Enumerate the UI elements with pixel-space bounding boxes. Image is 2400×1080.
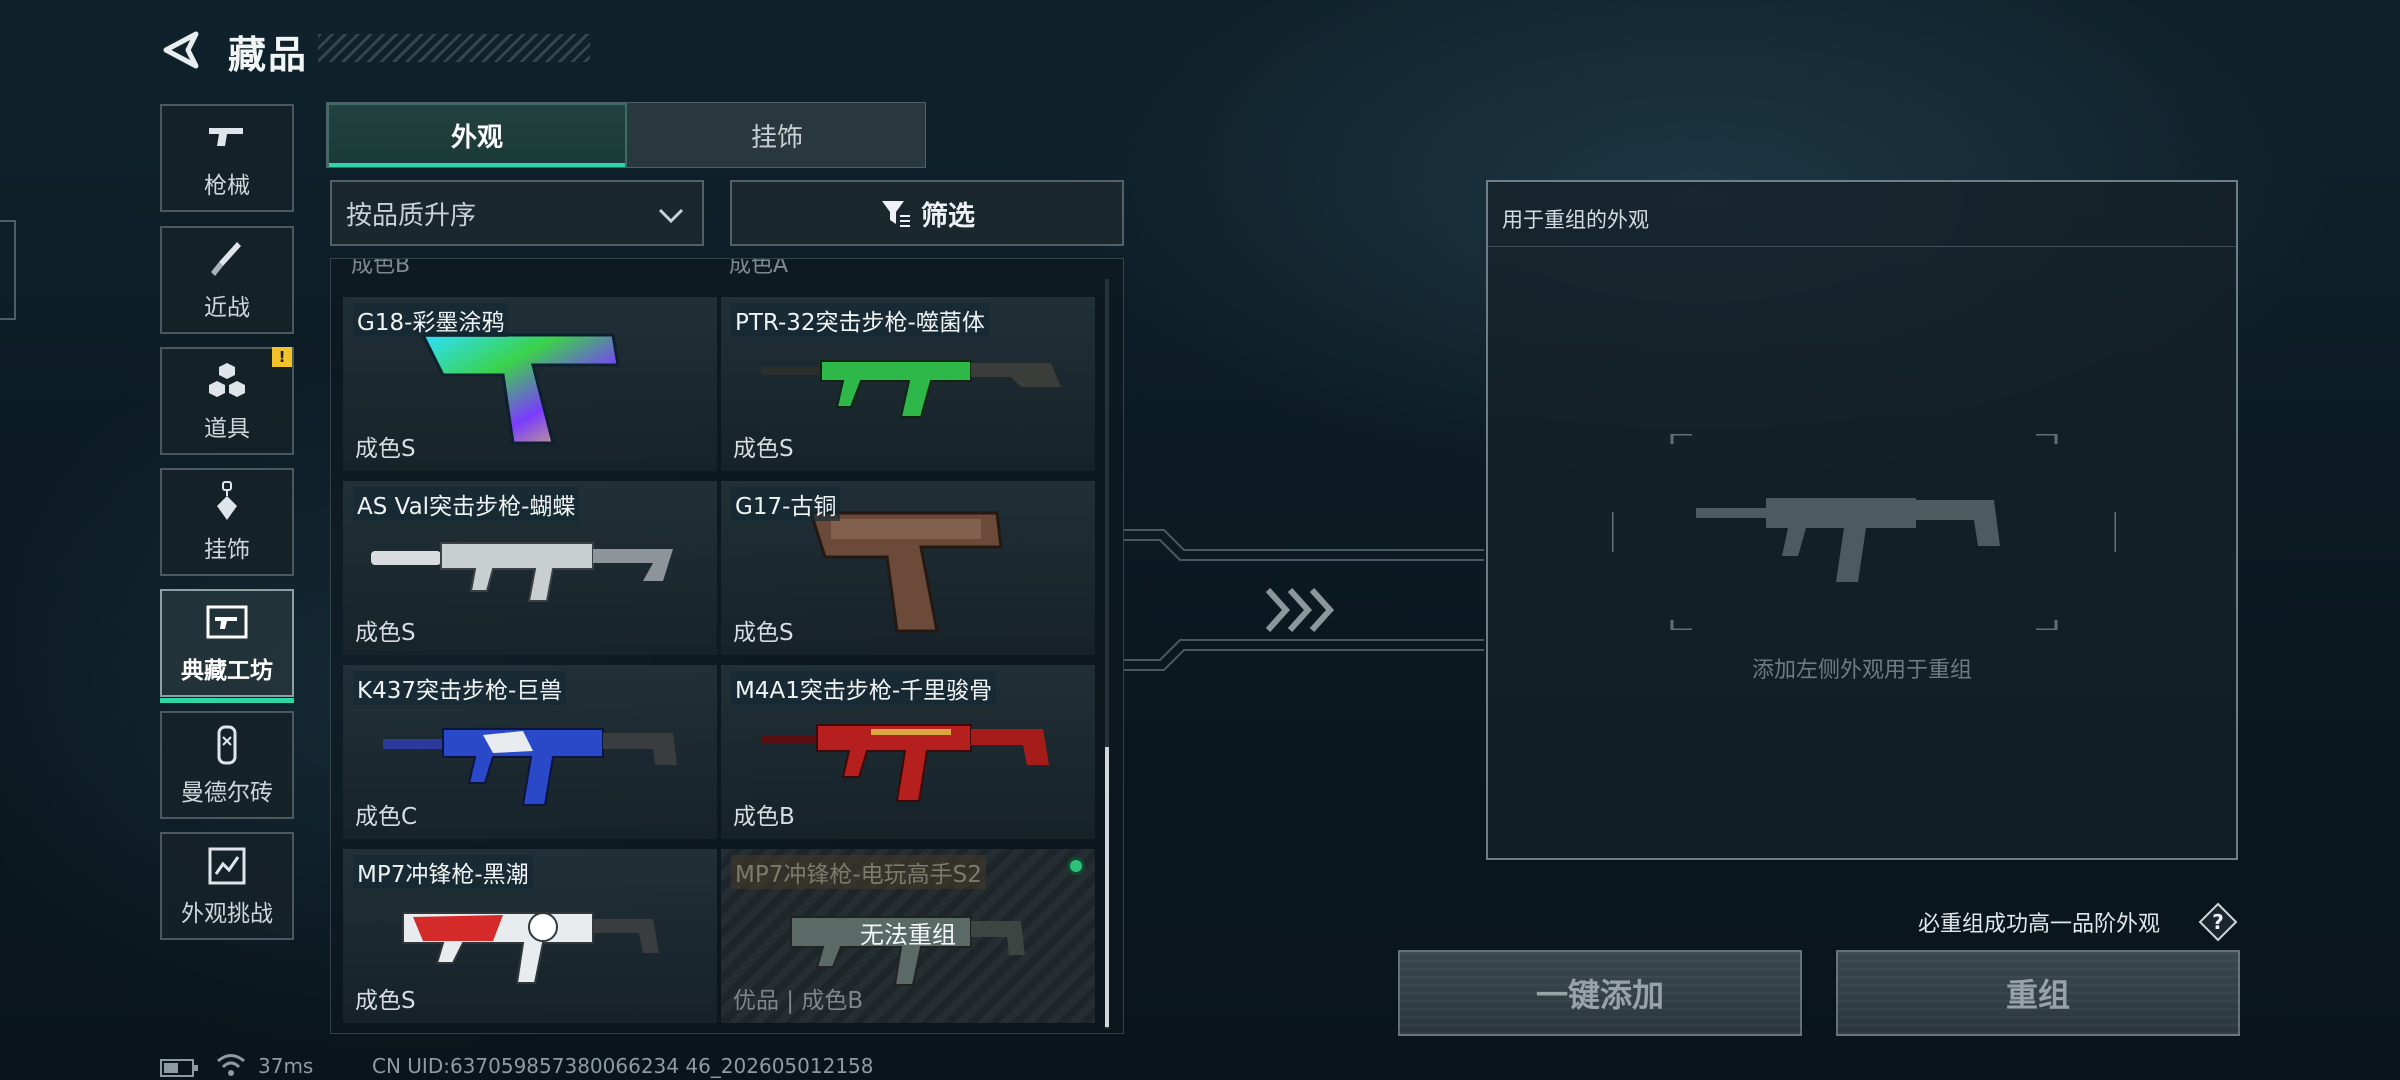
recompose-panel[interactable]: 用于重组的外观 添加左侧外观用于重组 — [1486, 180, 2238, 860]
sidebar-item-melee[interactable]: 近战 — [160, 226, 294, 334]
sidebar-item-label: 近战 — [204, 295, 250, 321]
sidebar-item-label: 枪械 — [204, 173, 250, 199]
uid-readout: CN UID:637059857380066234 46_20260501215… — [372, 1054, 874, 1078]
sidebar-item-appearance-challenge[interactable]: 外观挑战 — [160, 832, 294, 940]
recompose-button[interactable]: 重组 — [1836, 950, 2240, 1036]
help-icon[interactable]: ? — [2198, 902, 2238, 942]
wifi-icon — [217, 1054, 245, 1076]
empty-slot-weapon-icon — [1696, 498, 2000, 582]
workshop-icon — [206, 605, 248, 639]
partial-grade: 成色B — [351, 258, 411, 278]
appearance-name: MP7冲锋枪-电玩高手S2 — [731, 855, 986, 889]
filter-button[interactable]: 筛选 — [730, 180, 1124, 246]
sidebar-item-mandel-brick[interactable]: 曼德尔砖 — [160, 711, 294, 819]
appearance-card-disabled[interactable]: MP7冲锋枪-电玩高手S2 无法重组 优品 | 成色B — [721, 849, 1095, 1023]
recompose-guarantee-note: 必重组成功高一品阶外观 — [1918, 912, 2161, 937]
appearance-grade: 成色S — [733, 436, 794, 462]
title-decoration — [318, 34, 590, 62]
smg-skin-image — [402, 912, 659, 984]
appearance-name: M4A1突击步枪-千里骏骨 — [731, 671, 997, 705]
appearance-grid[interactable]: 成色B 成色A G18-彩墨涂鸦 成色S PTR-32突击步枪-噬菌体 成色S … — [330, 258, 1124, 1034]
battery-icon — [160, 1059, 198, 1077]
sort-value: 按品质升序 — [346, 200, 477, 231]
ping-readout: 37ms — [258, 1054, 314, 1078]
rifle-skin-image — [383, 728, 677, 806]
appearance-card[interactable]: AS Val突击步枪-蝴蝶 成色S — [343, 481, 717, 655]
page-title: 藏品 — [228, 33, 309, 77]
sidebar-item-items[interactable]: ! 道具 — [160, 347, 294, 455]
sidebar-item-label: 典藏工坊 — [181, 658, 273, 684]
partial-grade: 成色A — [729, 258, 789, 278]
rifle-skin-image — [761, 360, 1061, 418]
cubes-icon — [209, 363, 245, 397]
rifle-skin-image — [761, 724, 1049, 802]
appearance-grade: 成色C — [355, 804, 418, 830]
cannot-recompose-label: 无法重组 — [860, 921, 956, 949]
sidebar-item-label: 道具 — [204, 416, 250, 442]
appearance-card[interactable]: G18-彩墨涂鸦 成色S — [343, 297, 717, 471]
appearance-card[interactable]: G17-古铜 成色S — [721, 481, 1095, 655]
appearance-grade: 成色B — [733, 804, 795, 830]
appearance-name: K437突击步枪-巨兽 — [353, 671, 567, 705]
pistol-icon — [209, 128, 243, 146]
challenge-icon — [208, 847, 246, 885]
divider — [1488, 246, 2236, 247]
brick-icon — [217, 725, 237, 765]
rifle-skin-image — [371, 542, 673, 602]
tab-appearance[interactable]: 外观 — [327, 103, 627, 167]
back-arrow-icon[interactable] — [158, 28, 202, 72]
alert-badge: ! — [272, 347, 292, 367]
sidebar-item-label: 挂饰 — [204, 537, 250, 563]
sidebar-item-label: 外观挑战 — [181, 901, 273, 927]
edge-bracket-decoration — [0, 220, 16, 320]
appearance-card[interactable]: PTR-32突击步枪-噬菌体 成色S — [721, 297, 1095, 471]
chevron-down-icon — [658, 208, 684, 224]
sort-dropdown[interactable]: 按品质升序 — [330, 180, 704, 246]
sidebar-item-guns[interactable]: 枪械 — [160, 104, 294, 212]
empty-slot-hint: 添加左侧外观用于重组 — [1751, 658, 1972, 683]
appearance-name: MP7冲锋枪-黑潮 — [353, 855, 533, 889]
appearance-name: PTR-32突击步枪-噬菌体 — [731, 303, 989, 337]
scrollbar-thumb[interactable] — [1105, 747, 1109, 1027]
help-icon-label: ? — [2212, 910, 2224, 934]
partial-row: 成色B 成色A — [331, 259, 1123, 289]
charm-icon — [217, 481, 237, 520]
tab-bar: 外观 挂饰 — [326, 102, 926, 168]
appearance-grade: 成色S — [355, 436, 416, 462]
sidebar-item-workshop[interactable]: 典藏工坊 — [160, 589, 294, 703]
appearance-grade: 成色S — [733, 620, 794, 646]
filter-label: 筛选 — [921, 200, 975, 232]
appearance-card[interactable]: M4A1突击步枪-千里骏骨 成色B — [721, 665, 1095, 839]
appearance-card[interactable]: MP7冲锋枪-黑潮 成色S — [343, 849, 717, 1023]
appearance-grade: 成色S — [355, 988, 416, 1014]
status-dot-icon — [1067, 857, 1085, 875]
appearance-grade: 优品 | 成色B — [733, 988, 864, 1014]
appearance-name: G17-古铜 — [731, 487, 841, 521]
appearance-card[interactable]: K437突击步枪-巨兽 成色C — [343, 665, 717, 839]
filter-icon — [882, 201, 910, 227]
appearance-grade: 成色S — [355, 620, 416, 646]
knife-icon — [211, 242, 241, 276]
tab-charms[interactable]: 挂饰 — [627, 103, 927, 167]
triple-chevron-right-icon — [1265, 587, 1335, 633]
appearance-name: AS Val突击步枪-蝴蝶 — [353, 487, 580, 521]
add-all-button[interactable]: 一键添加 — [1398, 950, 1802, 1036]
appearance-name: G18-彩墨涂鸦 — [353, 303, 509, 337]
recompose-panel-title: 用于重组的外观 — [1502, 208, 1649, 232]
sidebar-item-label: 曼德尔砖 — [181, 780, 273, 806]
sidebar-item-charms[interactable]: 挂饰 — [160, 468, 294, 576]
